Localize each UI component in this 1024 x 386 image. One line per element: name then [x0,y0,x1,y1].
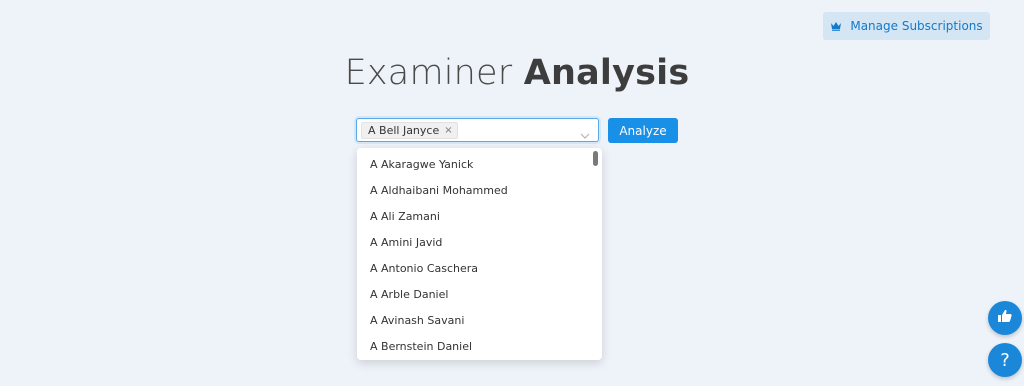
manage-subscriptions-label: Manage Subscriptions [850,19,983,33]
dropdown-scrollbar[interactable] [593,151,598,166]
examiner-option[interactable]: A Ali Zamani [357,203,602,229]
examiner-option[interactable]: A Arble Daniel [357,281,602,307]
crown-icon [830,21,842,31]
examiner-dropdown: A Akaragwe Yanick A Aldhaibani Mohammed … [357,148,602,360]
examiner-select[interactable]: A Bell Janyce × [356,118,599,142]
page: { "header": { "manage_subscriptions_labe… [0,0,1024,386]
selected-examiner-label: A Bell Janyce [368,124,440,137]
examiner-option[interactable]: A Aldhaibani Mohammed [357,177,602,203]
thumbs-up-icon [997,308,1013,328]
chevron-down-icon[interactable] [580,125,590,144]
selected-examiner-tag: A Bell Janyce × [361,122,458,139]
manage-subscriptions-button[interactable]: Manage Subscriptions [823,12,990,40]
examiner-option[interactable]: A Avinash Savani [357,307,602,333]
page-title-light: Examiner [344,53,524,93]
tag-close-icon[interactable]: × [444,125,452,136]
page-title-bold: Analysis [523,53,690,93]
page-title: Examiner Analysis [0,53,1024,93]
examiner-option[interactable]: A Bernstein Daniel [357,333,602,359]
examiner-option-list: A Akaragwe Yanick A Aldhaibani Mohammed … [357,148,602,359]
help-button[interactable]: ? [988,343,1022,377]
analyze-button[interactable]: Analyze [608,118,678,143]
help-icon: ? [1000,349,1010,371]
examiner-option[interactable]: A Antonio Caschera [357,255,602,281]
examiner-option[interactable]: A Akaragwe Yanick [357,151,602,177]
feedback-like-button[interactable] [988,301,1022,335]
examiner-option[interactable]: A Amini Javid [357,229,602,255]
